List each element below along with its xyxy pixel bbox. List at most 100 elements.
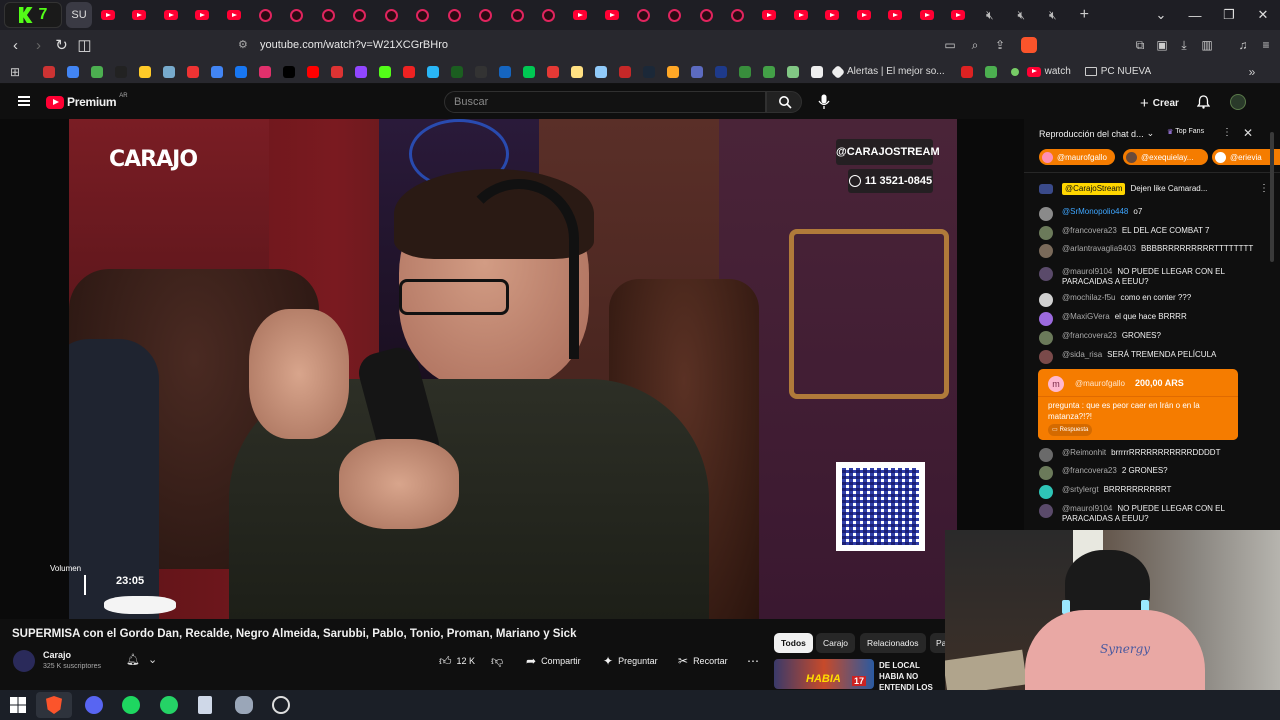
address-bar[interactable]: ⚙ youtube.com/watch?v=W21XCGrBHro — [230, 34, 1040, 56]
youtube-tab[interactable] — [218, 2, 250, 28]
volume-slider[interactable] — [84, 575, 86, 595]
back-button[interactable]: ‹ — [4, 37, 27, 54]
reply-button[interactable]: ▭ Respuesta — [1048, 424, 1093, 436]
bookmark-item[interactable] — [709, 60, 733, 84]
youtube-tab[interactable] — [187, 2, 219, 28]
youtube-tab[interactable] — [250, 2, 282, 28]
obs-icon[interactable] — [272, 696, 290, 714]
new-tab-button[interactable]: + — [1069, 2, 1101, 28]
youtube-tab[interactable] — [880, 2, 912, 28]
bookmark-item[interactable] — [589, 60, 613, 84]
bookmark-lime[interactable] — [1003, 60, 1027, 84]
bookmark-item[interactable] — [181, 60, 205, 84]
site-info-icon[interactable]: ⚙ — [238, 34, 248, 56]
account-avatar[interactable] — [1230, 94, 1246, 110]
youtube-tab[interactable] — [817, 2, 849, 28]
bookmark-item[interactable] — [637, 60, 661, 84]
chat-message[interactable]: @Reimonhit brrrrrRRRRRRRRRRRDDDDT — [1039, 448, 1269, 462]
notepad-icon[interactable] — [198, 696, 212, 714]
subscription-bell-button[interactable]: 🔔︎ ⌄ — [126, 653, 157, 666]
youtube-tab[interactable] — [470, 2, 502, 28]
bookmark-item[interactable] — [541, 60, 565, 84]
bookmark-item[interactable] — [85, 60, 109, 84]
related-tab-todos[interactable]: Todos — [774, 633, 813, 653]
bookmark-item[interactable] — [565, 60, 589, 84]
youtube-tab[interactable] — [533, 2, 565, 28]
reload-button[interactable]: ↻ — [50, 36, 73, 54]
close-window-button[interactable]: ✕ — [1246, 7, 1280, 23]
channel-name[interactable]: Carajo — [43, 650, 71, 660]
chat-message[interactable]: @maurol9104 NO PUEDE LLEGAR CON EL PARACA… — [1039, 267, 1269, 287]
youtube-tab[interactable] — [376, 2, 408, 28]
like-button[interactable]: 👍︎ 12 K — [439, 654, 475, 668]
more-options-icon[interactable]: ⋮ — [1222, 127, 1232, 138]
bookmark-watch[interactable]: watch — [1026, 60, 1071, 84]
bookmark-item[interactable] — [277, 60, 301, 84]
bookmark-item[interactable] — [325, 60, 349, 84]
related-tab-relacionados[interactable]: Relacionados — [860, 633, 926, 653]
bookmark-item[interactable] — [517, 60, 541, 84]
brave-shields-icon[interactable] — [1021, 37, 1037, 53]
chat-message[interactable]: @mochilaz-f5u como en conter ??? — [1039, 293, 1269, 307]
search-button[interactable] — [766, 91, 802, 113]
bookmark-item[interactable] — [61, 60, 85, 84]
create-button[interactable]: + Crear — [1140, 95, 1179, 112]
trash-icon[interactable]: ▥ — [1200, 38, 1214, 52]
superchat-card[interactable]: m @maurofgallo 200,00 ARS pregunta : que… — [1038, 369, 1238, 440]
bookmark-item[interactable] — [133, 60, 157, 84]
bookmark-item[interactable] — [229, 60, 253, 84]
youtube-tab[interactable] — [785, 2, 817, 28]
youtube-tab[interactable] — [628, 2, 660, 28]
bookmark-item[interactable] — [205, 60, 229, 84]
video-player[interactable]: CARAJO @CARAJOSTREAM 11 3521-0845 Volume… — [0, 119, 1024, 619]
youtube-tab[interactable] — [281, 2, 313, 28]
apps-button[interactable]: ⊞ — [3, 60, 27, 84]
related-video-title[interactable]: DE LOCAL HABIA NO ENTENDI LOS — [879, 660, 945, 693]
tab-muted-2[interactable]: 🔇︎ — [1006, 2, 1038, 28]
youtube-tab[interactable] — [155, 2, 187, 28]
bookmark-item[interactable] — [805, 60, 829, 84]
youtube-tab[interactable] — [691, 2, 723, 28]
spotify-icon[interactable] — [122, 696, 140, 714]
youtube-logo[interactable]: Premium AR — [46, 93, 128, 109]
youtube-tab[interactable] — [439, 2, 471, 28]
bookmark-red[interactable] — [955, 60, 979, 84]
chat-message[interactable]: @srtylergt BRRRRRRRRRRT — [1039, 485, 1269, 499]
bookmark-green[interactable] — [979, 60, 1003, 84]
app-icon[interactable] — [235, 696, 253, 714]
chat-message[interactable]: @SrMonopolio448 o7 — [1039, 207, 1269, 221]
bookmark-item[interactable] — [781, 60, 805, 84]
youtube-tab[interactable] — [659, 2, 691, 28]
minimize-button[interactable]: — — [1178, 8, 1212, 23]
dislike-button[interactable]: 👎︎ — [491, 654, 503, 668]
youtube-tab[interactable] — [911, 2, 943, 28]
youtube-tab[interactable] — [502, 2, 534, 28]
sidebar-button[interactable]: ◫ — [73, 36, 96, 54]
chat-message[interactable]: @francovera23 EL DEL ACE COMBAT 7 — [1039, 226, 1269, 240]
close-chat-icon[interactable]: ✕ — [1243, 126, 1253, 140]
youtube-tab[interactable] — [344, 2, 376, 28]
bookmark-item[interactable] — [301, 60, 325, 84]
menu-icon[interactable]: ≡ — [1259, 38, 1273, 52]
pinned-message[interactable]: @CarajoStream Dejen like Camarad... ⋮ — [1039, 183, 1269, 195]
clip-button[interactable]: ✂ Recortar — [678, 654, 728, 668]
bookmark-item[interactable] — [253, 60, 277, 84]
extensions-icon[interactable]: ⧉ — [1133, 38, 1147, 52]
bookmark-item[interactable] — [661, 60, 685, 84]
bookmark-item[interactable] — [421, 60, 445, 84]
chat-message[interactable]: @arlantravaglia9403 BBBBRRRRRRRRRTTTTTTTT — [1039, 244, 1269, 258]
bookmark-item[interactable] — [757, 60, 781, 84]
tab-search-button[interactable]: ⌄ — [1144, 7, 1178, 23]
chat-message[interactable]: @francovera23 2 GRONES? — [1039, 466, 1269, 480]
bookmark-item[interactable] — [469, 60, 493, 84]
top-fan-chip-1[interactable]: @maurofgallo — [1039, 149, 1115, 165]
tab-muted-1[interactable]: 🔇︎ — [974, 2, 1006, 28]
youtube-tab[interactable] — [754, 2, 786, 28]
related-tab-more[interactable]: Pa — [930, 633, 945, 653]
chat-message[interactable]: @sida_risa SERÁ TREMENDA PELÍCULA — [1039, 350, 1269, 364]
zoom-icon[interactable]: ⌕ — [968, 38, 982, 52]
youtube-tab[interactable] — [848, 2, 880, 28]
youtube-tab[interactable] — [407, 2, 439, 28]
discord-icon[interactable] — [85, 696, 103, 714]
more-actions-button[interactable]: ⋯ — [747, 654, 759, 668]
